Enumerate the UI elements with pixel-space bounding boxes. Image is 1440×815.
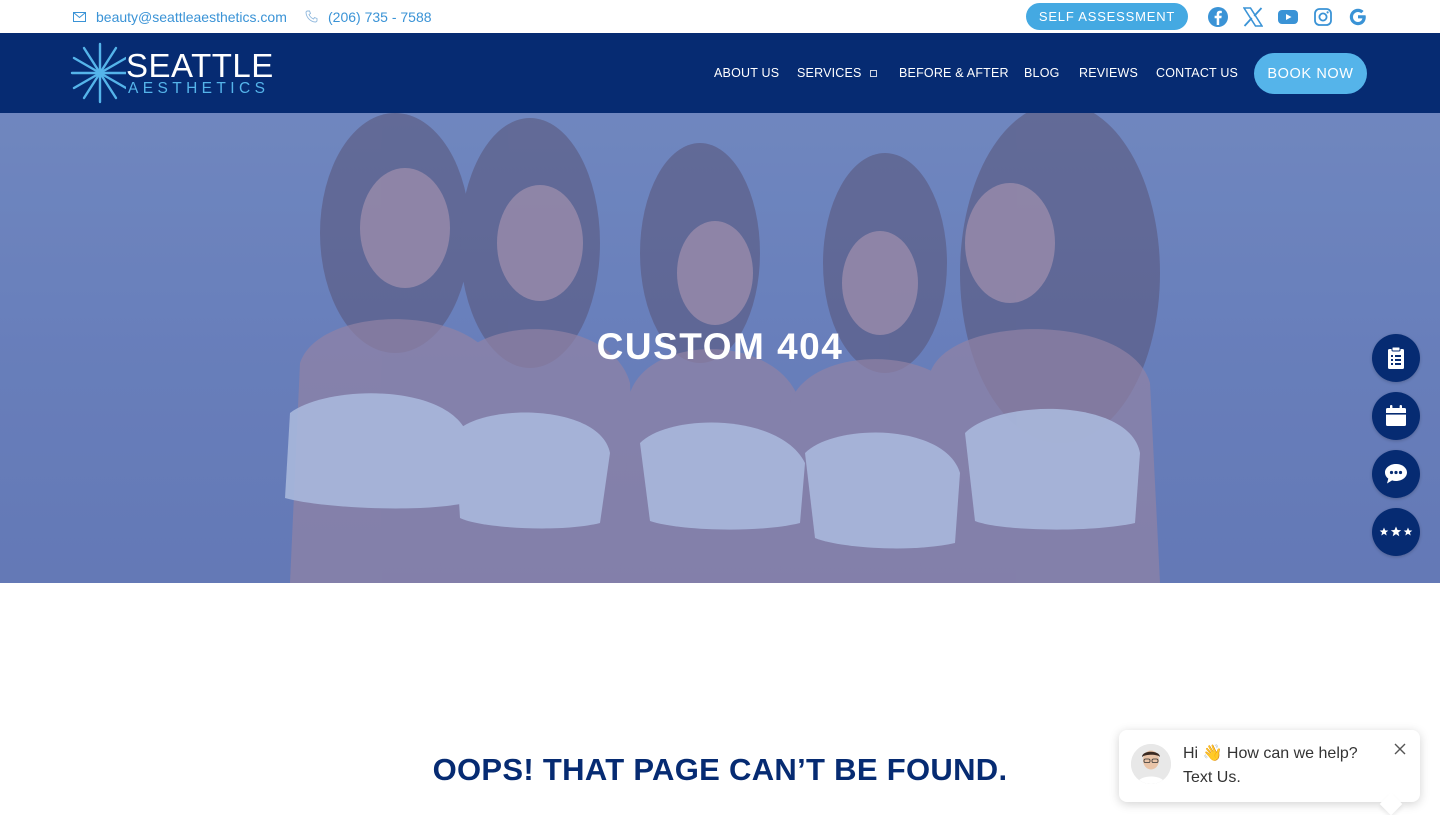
nav-item-services[interactable]: SERVICES: [797, 33, 877, 113]
facebook-icon[interactable]: [1206, 5, 1230, 29]
instagram-icon[interactable]: [1311, 5, 1335, 29]
site-logo[interactable]: SEATTLE AESTHETICS: [70, 42, 273, 104]
chat-message: Hi 👋 How can we help? Text Us.: [1183, 742, 1383, 790]
google-icon[interactable]: [1346, 5, 1370, 29]
nav-item-about-us[interactable]: ABOUT US: [714, 33, 779, 113]
side-booking-button[interactable]: [1372, 392, 1420, 440]
main-navigation: SEATTLE AESTHETICS ABOUT US SERVICES BEF…: [0, 33, 1440, 113]
hero-title: CUSTOM 404: [596, 326, 844, 367]
nav-item-services-label: SERVICES: [797, 66, 862, 80]
nav-item-before-after[interactable]: BEFORE & AFTER: [899, 33, 1009, 113]
dropdown-indicator-icon: [869, 69, 877, 77]
calendar-icon: [1386, 405, 1406, 426]
side-assessment-button[interactable]: [1372, 334, 1420, 382]
agent-avatar: [1131, 744, 1171, 784]
email-text: beauty@seattleaesthetics.com: [96, 8, 287, 25]
phone-icon: [305, 10, 318, 23]
email-link[interactable]: beauty@seattleaesthetics.com: [73, 0, 287, 33]
snowflake-logo-icon: [70, 42, 126, 104]
chat-message-line1: Hi 👋 How can we help?: [1183, 745, 1358, 762]
self-assessment-button[interactable]: SELF ASSESSMENT: [1026, 3, 1188, 30]
nav-item-contact-us[interactable]: CONTACT US: [1156, 33, 1238, 113]
book-now-button[interactable]: BOOK NOW: [1254, 53, 1367, 94]
logo-wordmark-primary: SEATTLE: [126, 47, 274, 84]
clipboard-icon: [1388, 346, 1404, 369]
chat-icon: [1385, 464, 1407, 484]
x-twitter-icon[interactable]: [1241, 5, 1265, 29]
chat-message-line2: Text Us.: [1183, 769, 1241, 786]
chat-bubble-tail: [1379, 792, 1403, 815]
close-icon[interactable]: [1393, 742, 1407, 756]
youtube-icon[interactable]: [1276, 5, 1300, 29]
stars-icon: [1379, 526, 1413, 537]
nav-item-reviews[interactable]: REVIEWS: [1079, 33, 1138, 113]
top-bar: beauty@seattleaesthetics.com (206) 735 -…: [0, 0, 1440, 33]
chat-widget[interactable]: Hi 👋 How can we help? Text Us.: [1119, 730, 1420, 815]
nav-item-blog[interactable]: BLOG: [1024, 33, 1060, 113]
hero-banner: CUSTOM 404: [0, 113, 1440, 583]
mail-icon: [73, 11, 86, 22]
phone-text: (206) 735 - 7588: [328, 8, 432, 25]
side-chat-button[interactable]: [1372, 450, 1420, 498]
phone-link[interactable]: (206) 735 - 7588: [305, 0, 432, 33]
side-reviews-button[interactable]: [1372, 508, 1420, 556]
logo-wordmark-secondary: AESTHETICS: [128, 80, 270, 97]
